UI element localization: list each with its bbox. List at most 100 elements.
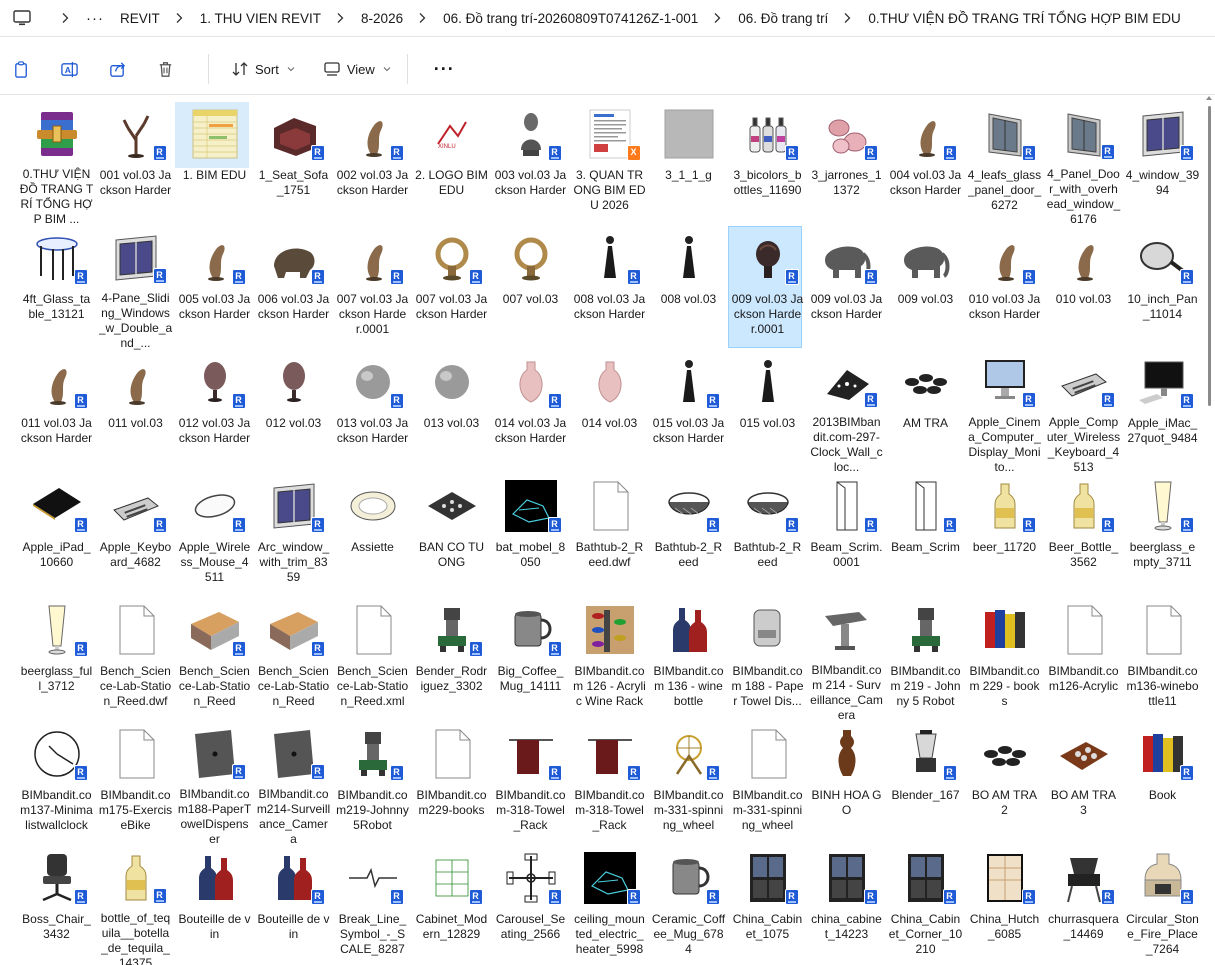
this-pc-icon[interactable] — [12, 9, 32, 27]
file-item[interactable]: R Apple_iPad_10660 — [17, 474, 96, 598]
sort-button[interactable]: Sort — [221, 54, 305, 84]
address-bar[interactable]: ··· REVIT 1. THU VIEN REVIT 8-2026 06. Đồ t… — [0, 0, 1215, 36]
file-item[interactable]: R 009 vol.03 Jackson Harder — [807, 226, 886, 350]
file-item[interactable]: Rchurrasquera_14469 — [1044, 846, 1123, 965]
breadcrumb-item[interactable]: 8-2026 — [361, 11, 403, 26]
file-item[interactable]: BAN CO TUONG — [412, 474, 491, 598]
file-item[interactable]: R Blender_167 — [886, 722, 965, 846]
file-item[interactable]: Rbeerglass_full_3712 — [17, 598, 96, 722]
file-item[interactable]: BIMbandit.com 188 - Paper Towel Dis... — [728, 598, 807, 722]
file-item[interactable]: R Arc_window_with_trim_8359 — [254, 474, 333, 598]
file-item[interactable]: Assiette — [333, 474, 412, 598]
file-item[interactable]: R Bathtub-2_Reed — [649, 474, 728, 598]
file-item[interactable]: Rceiling_mounted_electric_heater_5998 — [570, 846, 649, 965]
breadcrumb-item[interactable]: 1. THU VIEN REVIT — [200, 11, 321, 26]
file-item[interactable]: R 4ft_Glass_table_13121 — [17, 226, 96, 350]
file-item[interactable]: Rbat_mobel_8050 — [491, 474, 570, 598]
file-item[interactable]: BO AM TRA 3 — [1044, 722, 1123, 846]
view-button[interactable]: View — [313, 54, 401, 84]
file-item[interactable]: Bench_Science-Lab-Station_Reed.dwf — [96, 598, 175, 722]
file-item[interactable]: BIMbandit.com229-books — [412, 722, 491, 846]
share-button[interactable] — [106, 58, 128, 80]
copy-button[interactable] — [10, 58, 32, 80]
file-item[interactable]: R 1_Seat_Sofa_1751 — [254, 102, 333, 226]
file-item[interactable]: R 002 vol.03 Jackson Harder — [333, 102, 412, 226]
file-item[interactable]: R 10_inch_Pan_11014 — [1123, 226, 1200, 350]
breadcrumb-item[interactable]: 0.THƯ VIỆN ĐỒ TRANG TRÍ TỔNG HỢP BIM EDU — [868, 11, 1180, 26]
file-item[interactable]: 015 vol.03 — [728, 350, 807, 474]
file-list[interactable]: 0.THƯ VIỆN ĐỒ TRANG TRÍ TỔNG HỢP BIM ...… — [0, 96, 1200, 965]
file-item[interactable]: X 3. QUAN TRONG BIM EDU 2026 — [570, 102, 649, 226]
file-item[interactable]: R 006 vol.03 Jackson Harder — [254, 226, 333, 350]
file-item[interactable]: Bathtub-2_Reed.dwf — [570, 474, 649, 598]
file-item[interactable]: R BIMbandit.com214-Surveillance_Camera — [254, 722, 333, 846]
file-item[interactable]: 008 vol.03 — [649, 226, 728, 350]
file-item[interactable]: R 004 vol.03 Jackson Harder — [886, 102, 965, 226]
file-item[interactable]: R Big_Coffee_Mug_14111 — [491, 598, 570, 722]
file-item[interactable]: R Apple_Keyboard_4682 — [96, 474, 175, 598]
file-item[interactable]: 007 vol.03 — [491, 226, 570, 350]
delete-button[interactable] — [154, 58, 176, 80]
file-item[interactable]: R 015 vol.03 Jackson Harder — [649, 350, 728, 474]
scroll-up-icon[interactable] — [1206, 96, 1212, 100]
file-item[interactable]: R 013 vol.03 Jackson Harder — [333, 350, 412, 474]
file-item[interactable]: 0.THƯ VIỆN ĐỒ TRANG TRÍ TỔNG HỢP BIM ... — [17, 102, 96, 226]
file-item[interactable]: BIMbandit.com 219 - Johnny 5 Robot — [886, 598, 965, 722]
file-item[interactable]: 012 vol.03 — [254, 350, 333, 474]
file-item[interactable]: R Cabinet_Modern_12829 — [412, 846, 491, 965]
file-item[interactable]: BIMbandit.com175-ExerciseBike — [96, 722, 175, 846]
file-item[interactable]: R Beam_Scrim.0001 — [807, 474, 886, 598]
file-item[interactable]: R Carousel_Seating_2566 — [491, 846, 570, 965]
chevron-right-icon[interactable] — [335, 12, 345, 24]
file-item[interactable]: R 009 vol.03 Jackson Harder.0001 — [728, 226, 807, 350]
file-item[interactable]: 1. BIM EDU — [175, 102, 254, 226]
file-item[interactable]: R Boss_Chair_3432 — [17, 846, 96, 965]
file-item[interactable]: R BIMbandit.com-331-spinning_wheel — [649, 722, 728, 846]
file-item[interactable]: Bench_Science-Lab-Station_Reed.xml — [333, 598, 412, 722]
chevron-right-icon[interactable] — [60, 12, 70, 24]
file-item[interactable]: R 007 vol.03 Jackson Harder.0001 — [333, 226, 412, 350]
breadcrumb-item[interactable]: REVIT — [120, 11, 160, 26]
file-item[interactable]: R 3_jarrones_11372 — [807, 102, 886, 226]
file-item[interactable]: R China_Hutch_6085 — [965, 846, 1044, 965]
file-item[interactable]: BO AM TRA 2 — [965, 722, 1044, 846]
file-item[interactable]: R Bouteille de vin — [254, 846, 333, 965]
file-item[interactable]: 009 vol.03 — [886, 226, 965, 350]
file-item[interactable]: XINLU 2. LOGO BIM EDU — [412, 102, 491, 226]
file-item[interactable]: R BIMbandit.com-318-Towel_Rack — [491, 722, 570, 846]
file-item[interactable]: R Apple_Wireless_Mouse_4511 — [175, 474, 254, 598]
file-item[interactable]: BIMbandit.com-331-spinning_wheel — [728, 722, 807, 846]
file-item[interactable]: Rbeerglass_empty_3711 — [1123, 474, 1200, 598]
file-item[interactable]: R 4_Panel_Door_with_overhead_window_6176 — [1044, 102, 1123, 226]
file-item[interactable]: Rbottle_of_tequila__botella_de_tequila_1… — [96, 846, 175, 965]
file-item[interactable]: Rchina_cabinet_14223 — [807, 846, 886, 965]
file-item[interactable]: BIMbandit.com 229 - books — [965, 598, 1044, 722]
file-item[interactable]: BINH HOA GO — [807, 722, 886, 846]
file-item[interactable]: R 4_leafs_glass_panel_door_6272 — [965, 102, 1044, 226]
chevron-right-icon[interactable] — [842, 12, 852, 24]
file-item[interactable]: R 4_window_3994 — [1123, 102, 1200, 226]
chevron-right-icon[interactable] — [417, 12, 427, 24]
file-item[interactable]: R 3_bicolors_bottles_11690 — [728, 102, 807, 226]
file-item[interactable]: R China_Cabinet_1075 — [728, 846, 807, 965]
file-item[interactable]: R BIMbandit.com137-Minimalistwallclock — [17, 722, 96, 846]
file-item[interactable]: R 010 vol.03 Jackson Harder — [965, 226, 1044, 350]
file-item[interactable]: R 001 vol.03 Jackson Harder — [96, 102, 175, 226]
file-item[interactable]: R 2013BIMbandit.com-297-Clock_Wall_cloc..… — [807, 350, 886, 474]
file-item[interactable]: BIMbandit.com 214 - Surveillance_Camera — [807, 598, 886, 722]
chevron-right-icon[interactable] — [174, 12, 184, 24]
file-item[interactable]: R 005 vol.03 Jackson Harder — [175, 226, 254, 350]
file-item[interactable]: R BIMbandit.com-318-Towel_Rack — [570, 722, 649, 846]
file-item[interactable]: BIMbandit.com126-Acrylic — [1044, 598, 1123, 722]
file-item[interactable]: 3_1_1_g — [649, 102, 728, 226]
file-item[interactable]: R 012 vol.03 Jackson Harder — [175, 350, 254, 474]
file-item[interactable]: R Apple_Computer_Wireless_Keyboard_4513 — [1044, 350, 1123, 474]
file-item[interactable]: 011 vol.03 — [96, 350, 175, 474]
file-item[interactable]: R 007 vol.03 Jackson Harder — [412, 226, 491, 350]
file-item[interactable]: Rbeer_11720 — [965, 474, 1044, 598]
file-item[interactable]: R Beer_Bottle_3562 — [1044, 474, 1123, 598]
file-item[interactable]: R Bench_Science-Lab-Station_Reed — [175, 598, 254, 722]
file-item[interactable]: R Break_Line_Symbol_-_SCALE_8287 — [333, 846, 412, 965]
file-item[interactable]: R Bench_Science-Lab-Station_Reed — [254, 598, 333, 722]
file-item[interactable]: R Bathtub-2_Reed — [728, 474, 807, 598]
